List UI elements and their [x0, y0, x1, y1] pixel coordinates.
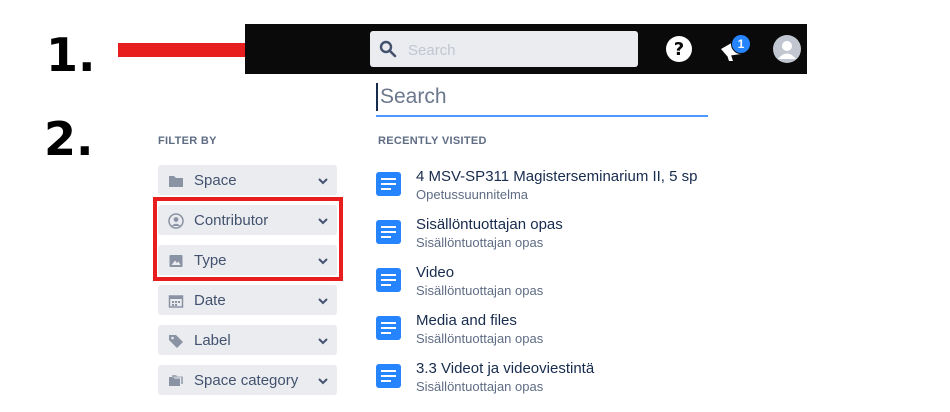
filter-space-label: Space	[194, 172, 237, 189]
folder-icon	[169, 176, 183, 187]
top-search-box[interactable]	[370, 31, 638, 67]
recent-item-space: Sisällöntuottajan opas	[416, 379, 544, 394]
recently-visited-heading: RECENTLY VISITED	[378, 135, 487, 147]
recent-item[interactable]: Video Sisällöntuottajan opas	[376, 264, 736, 304]
chevron-down-icon	[318, 298, 328, 305]
page-icon	[376, 316, 401, 340]
recent-item[interactable]: 3.3 Videot ja videoviestintä Sisällöntuo…	[376, 360, 736, 400]
page-icon	[376, 172, 401, 196]
chevron-down-icon	[318, 378, 328, 385]
notification-count-badge: 1	[731, 34, 751, 54]
recent-item-title: 4 MSV-SP311 Magisterseminarium II, 5 sp	[416, 168, 698, 185]
svg-text:?: ?	[674, 39, 684, 60]
chevron-down-icon	[318, 178, 328, 185]
user-avatar-icon[interactable]	[772, 34, 802, 64]
filter-space-category-label: Space category	[194, 372, 299, 389]
recent-item-space: Sisällöntuottajan opas	[416, 283, 544, 298]
top-navigation-bar: ? 1	[245, 24, 807, 74]
filter-space[interactable]: Space	[158, 165, 337, 195]
red-highlight-box-annotation	[153, 197, 343, 281]
filter-label-label: Label	[194, 332, 231, 349]
filter-space-category[interactable]: Space category	[158, 365, 337, 395]
tag-icon	[169, 335, 183, 348]
search-icon	[379, 40, 397, 58]
folders-icon	[169, 375, 183, 386]
search-field[interactable]	[376, 83, 710, 117]
filter-label[interactable]: Label	[158, 325, 337, 355]
page-icon	[376, 268, 401, 292]
filter-by-heading: FILTER BY	[158, 135, 217, 147]
page-icon	[376, 220, 401, 244]
chevron-down-icon	[318, 338, 328, 345]
top-search-input[interactable]	[406, 38, 630, 62]
recent-item[interactable]: 4 MSV-SP311 Magisterseminarium II, 5 sp …	[376, 168, 736, 208]
filter-date[interactable]: Date	[158, 285, 337, 315]
recent-item-title: Video	[416, 264, 455, 281]
recent-item-space: Opetussuunnitelma	[416, 187, 529, 202]
recent-item-space: Sisällöntuottajan opas	[416, 235, 544, 250]
recent-item[interactable]: Media and files Sisällöntuottajan opas	[376, 312, 736, 352]
question-circle-icon[interactable]: ?	[664, 34, 694, 64]
recent-item[interactable]: Sisällöntuottajan opas Sisällöntuottajan…	[376, 216, 736, 256]
step-two-label: 2.	[44, 112, 94, 166]
step-one-label: 1.	[46, 28, 96, 82]
search-input[interactable]	[376, 83, 710, 111]
page-icon	[376, 364, 401, 388]
filter-date-label: Date	[194, 292, 226, 309]
recent-item-space: Sisällöntuottajan opas	[416, 331, 544, 346]
recent-item-title: Sisällöntuottajan opas	[416, 216, 563, 233]
calendar-icon	[168, 295, 184, 308]
recent-item-title: Media and files	[416, 312, 517, 329]
recent-item-title: 3.3 Videot ja videoviestintä	[416, 360, 595, 377]
